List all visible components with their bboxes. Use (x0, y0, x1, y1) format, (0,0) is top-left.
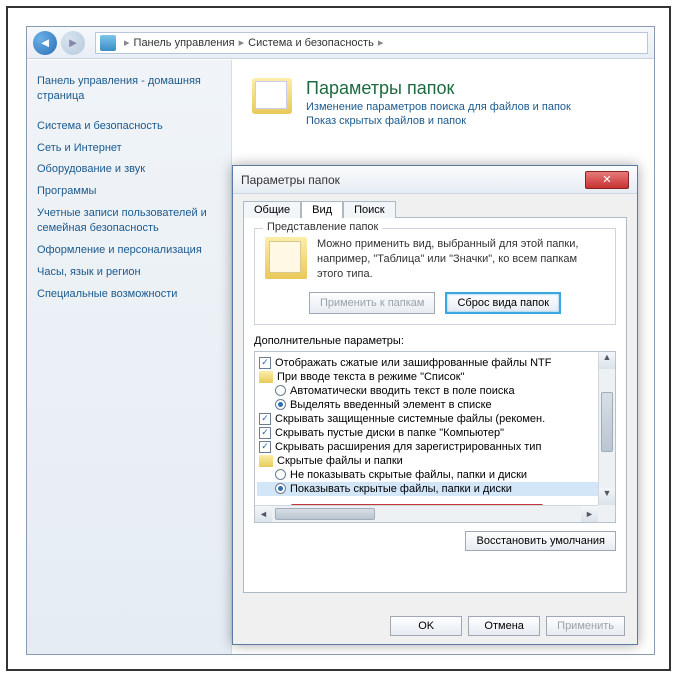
tab-view[interactable]: Вид (301, 201, 343, 218)
scroll-corner (598, 505, 615, 522)
cancel-button[interactable]: Отмена (468, 616, 540, 636)
dialog-title: Параметры папок (241, 173, 340, 187)
list-item[interactable]: Скрытые файлы и папки (257, 454, 613, 468)
close-button[interactable]: ✕ (585, 171, 629, 189)
radio-icon[interactable] (275, 399, 286, 410)
sidebar-item-accessibility[interactable]: Специальные возможности (37, 287, 221, 302)
tab-search[interactable]: Поиск (343, 201, 395, 218)
control-panel-icon (100, 35, 116, 51)
ok-button[interactable]: OK (390, 616, 462, 636)
folder-options-icon (252, 78, 292, 114)
page-title[interactable]: Параметры папок (306, 78, 571, 99)
navbar: ◄ ► ▸ Панель управления ▸ Система и безо… (27, 27, 654, 59)
breadcrumb[interactable]: ▸ Панель управления ▸ Система и безопасн… (95, 32, 648, 54)
folder-views-group: Представление папок Можно применить вид,… (254, 228, 616, 325)
sidebar: Панель управления - домашняя страница Си… (27, 60, 232, 654)
horizontal-scrollbar[interactable]: ◄ ► (255, 505, 598, 522)
sidebar-home-link[interactable]: Панель управления - домашняя страница (37, 74, 221, 105)
folder-icon (259, 455, 273, 467)
sublink-search-params[interactable]: Изменение параметров поиска для файлов и… (306, 101, 571, 113)
list-item[interactable]: Скрывать расширения для зарегистрированн… (257, 440, 613, 454)
radio-icon[interactable] (275, 469, 286, 480)
tab-general[interactable]: Общие (243, 201, 301, 218)
list-item[interactable]: Автоматически вводить текст в поле поиск… (257, 384, 613, 398)
folder-options-dialog: Параметры папок ✕ Общие Вид Поиск Предст… (232, 165, 638, 645)
list-item[interactable]: Не показывать скрытые файлы, папки и дис… (257, 468, 613, 482)
apply-button[interactable]: Применить (546, 616, 625, 636)
radio-icon[interactable] (275, 483, 286, 494)
list-item[interactable]: Отображать сжатые или зашифрованные файл… (257, 356, 613, 370)
advanced-settings-list[interactable]: Отображать сжатые или зашифрованные файл… (254, 351, 616, 523)
checkbox-icon[interactable] (259, 427, 271, 439)
list-item-show-hidden[interactable]: Показывать скрытые файлы, папки и диски (257, 482, 613, 496)
folder-icon (259, 371, 273, 383)
sidebar-item-appearance[interactable]: Оформление и персонализация (37, 243, 221, 258)
list-item[interactable]: Выделять введенный элемент в списке (257, 398, 613, 412)
tab-panel-view: Представление папок Можно применить вид,… (243, 217, 627, 593)
sidebar-item-system[interactable]: Система и безопасность (37, 119, 221, 134)
sublink-show-hidden[interactable]: Показ скрытых файлов и папок (306, 115, 571, 127)
scroll-up-icon[interactable]: ▲ (599, 352, 615, 369)
list-item[interactable]: При вводе текста в режиме "Список" (257, 370, 613, 384)
scroll-down-icon[interactable]: ▼ (599, 488, 615, 505)
crumb-system-security[interactable]: Система и безопасность (248, 37, 374, 49)
group-title: Представление папок (263, 221, 382, 233)
sidebar-item-clock[interactable]: Часы, язык и регион (37, 265, 221, 280)
list-item[interactable]: Скрывать пустые диски в папке "Компьютер… (257, 426, 613, 440)
chevron-right-icon: ▸ (374, 36, 388, 49)
scroll-left-icon[interactable]: ◄ (255, 506, 272, 522)
sidebar-item-accounts[interactable]: Учетные записи пользователей и семейная … (37, 206, 221, 236)
scroll-thumb[interactable] (275, 508, 375, 520)
sidebar-item-hardware[interactable]: Оборудование и звук (37, 162, 221, 177)
list-item[interactable]: Скрывать защищенные системные файлы (рек… (257, 412, 613, 426)
radio-icon[interactable] (275, 385, 286, 396)
checkbox-icon[interactable] (259, 413, 271, 425)
sidebar-item-programs[interactable]: Программы (37, 184, 221, 199)
group-description: Можно применить вид, выбранный для этой … (317, 237, 605, 282)
restore-defaults-button[interactable]: Восстановить умолчания (465, 531, 616, 551)
chevron-right-icon: ▸ (235, 36, 249, 49)
checkbox-icon[interactable] (259, 441, 271, 453)
reset-folders-button[interactable]: Сброс вида папок (445, 292, 561, 314)
scroll-right-icon[interactable]: ► (581, 506, 598, 522)
sidebar-item-network[interactable]: Сеть и Интернет (37, 141, 221, 156)
vertical-scrollbar[interactable]: ▲ ▼ (598, 352, 615, 505)
forward-button[interactable]: ► (61, 31, 85, 55)
crumb-control-panel[interactable]: Панель управления (134, 37, 235, 49)
checkbox-icon[interactable] (259, 357, 271, 369)
advanced-label: Дополнительные параметры: (254, 335, 616, 347)
apply-to-folders-button[interactable]: Применить к папкам (309, 292, 436, 314)
back-button[interactable]: ◄ (33, 31, 57, 55)
scroll-thumb[interactable] (601, 392, 613, 452)
folder-views-icon (265, 237, 307, 279)
dialog-titlebar: Параметры папок ✕ (233, 166, 637, 194)
chevron-right-icon: ▸ (120, 36, 134, 49)
